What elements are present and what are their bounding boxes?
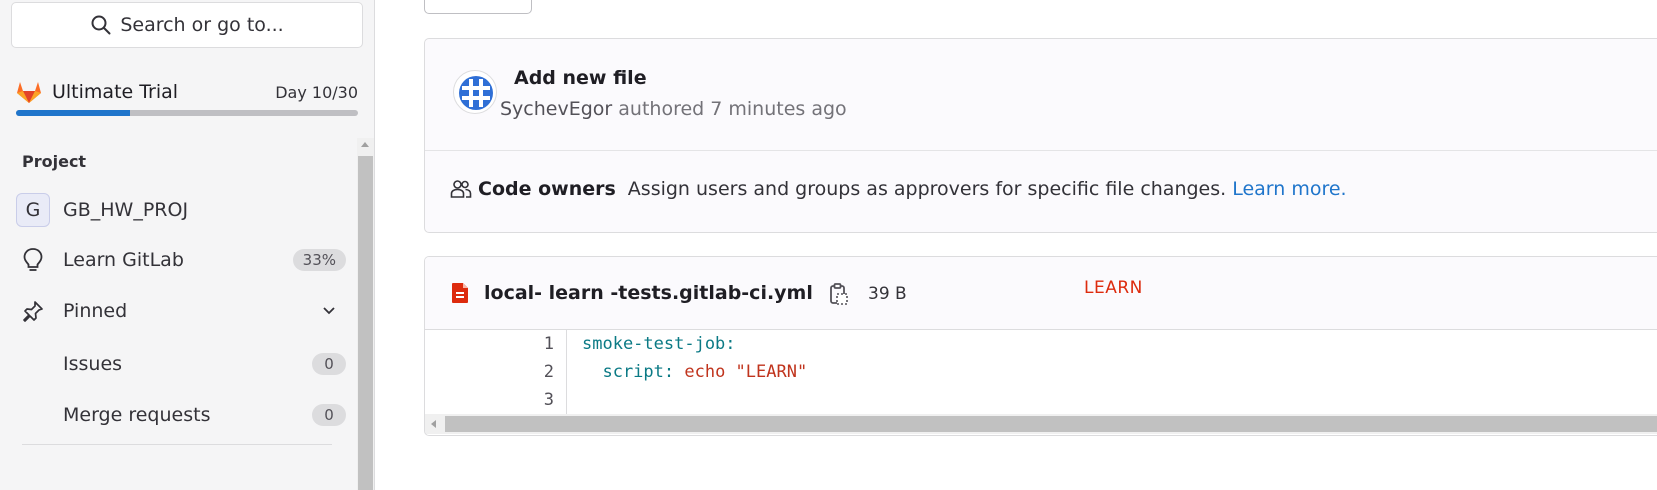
- sidebar-item-project[interactable]: G GB_HW_PROJ: [16, 190, 346, 230]
- section-label-project: Project: [22, 152, 87, 171]
- sidebar-item-label: Pinned: [63, 300, 128, 322]
- lightbulb-icon: [23, 248, 43, 271]
- sidebar-item-pinned[interactable]: Pinned: [16, 291, 346, 331]
- yaml-command: echo: [674, 362, 726, 382]
- commit-authored-time: authored 7 minutes ago: [618, 98, 847, 120]
- sidebar-item-label: Issues: [63, 353, 123, 375]
- sidebar-divider: [22, 444, 332, 445]
- sidebar-item-label: GB_HW_PROJ: [63, 199, 189, 221]
- yaml-key: script:: [582, 362, 675, 382]
- gitlab-logo-icon: [17, 82, 41, 103]
- trial-widget[interactable]: Ultimate Trial Day 10/30: [16, 78, 358, 118]
- trial-day: Day 10/30: [275, 82, 358, 102]
- issues-count-badge: 0: [312, 353, 346, 375]
- search-icon: [91, 15, 111, 35]
- sidebar-item-learn-gitlab[interactable]: Learn GitLab 33%: [16, 240, 346, 280]
- sidebar-item-label: Merge requests: [63, 404, 211, 426]
- commit-title-link[interactable]: Add new file: [514, 67, 647, 89]
- code-horizontal-scrollbar[interactable]: [425, 414, 1657, 434]
- chevron-down-icon[interactable]: [322, 306, 336, 316]
- identicon-avatar-icon: [459, 76, 493, 110]
- scroll-up-arrow-icon[interactable]: [361, 142, 369, 147]
- code-scrollbar-thumb[interactable]: [445, 416, 1657, 432]
- file-yaml-icon: [452, 283, 468, 303]
- author-avatar[interactable]: [453, 70, 497, 114]
- code-owners-text: Assign users and groups as approvers for…: [627, 178, 1227, 200]
- file-viewer: local- learn -tests.gitlab-ci.yml 39 B L…: [424, 256, 1657, 436]
- line-number[interactable]: 3: [544, 390, 554, 410]
- line-number[interactable]: 2: [544, 362, 554, 382]
- copy-file-path-icon[interactable]: [827, 282, 849, 306]
- sidebar-scrollbar[interactable]: [357, 138, 374, 490]
- learn-more-link[interactable]: Learn more.: [1232, 178, 1346, 200]
- search-button[interactable]: Search or go to...: [11, 2, 363, 48]
- sidebar-item-label: Learn GitLab: [63, 249, 184, 271]
- trial-progress-fill: [16, 110, 130, 116]
- commit-meta: SychevEgor authored 7 minutes ago: [500, 98, 847, 120]
- project-avatar: G: [16, 193, 50, 227]
- pin-icon: [23, 301, 43, 322]
- learn-label: LEARN: [1084, 278, 1143, 298]
- search-placeholder: Search or go to...: [120, 14, 284, 36]
- trial-title: Ultimate Trial: [52, 81, 179, 103]
- top-button-stub[interactable]: [424, 0, 532, 14]
- code-owners-label: Code owners: [478, 178, 616, 200]
- code-owners-row: Code owners Assign users and groups as a…: [450, 178, 1347, 200]
- last-commit-card: Add new file SychevEgor authored 7 minut…: [424, 38, 1657, 233]
- sidebar-scrollbar-thumb[interactable]: [358, 156, 373, 490]
- merge-requests-count-badge: 0: [312, 404, 346, 426]
- code-line: script: echo "LEARN": [582, 362, 807, 382]
- file-size: 39 B: [868, 284, 907, 304]
- yaml-string: "LEARN": [725, 362, 808, 382]
- code-block: 1 2 3 smoke-test-job: script: echo "LEAR…: [425, 330, 1657, 414]
- code-line: smoke-test-job:: [582, 334, 736, 354]
- yaml-key: smoke-test-job:: [582, 334, 736, 354]
- learn-progress-badge: 33%: [292, 249, 346, 271]
- users-icon: [450, 180, 472, 198]
- sidebar-item-merge-requests[interactable]: Merge requests 0: [63, 395, 346, 435]
- line-number[interactable]: 1: [544, 334, 554, 354]
- file-name: local- learn -tests.gitlab-ci.yml: [484, 282, 813, 304]
- card-divider: [425, 150, 1657, 151]
- trial-progress-bar: [16, 110, 358, 116]
- sidebar: Search or go to... Ultimate Trial Day 10…: [0, 0, 375, 490]
- file-header: local- learn -tests.gitlab-ci.yml 39 B L…: [425, 257, 1657, 330]
- line-numbers: 1 2 3: [425, 330, 567, 414]
- commit-author-link[interactable]: SychevEgor: [500, 98, 612, 120]
- sidebar-item-issues[interactable]: Issues 0: [63, 344, 346, 384]
- scroll-left-arrow-icon[interactable]: [431, 420, 436, 428]
